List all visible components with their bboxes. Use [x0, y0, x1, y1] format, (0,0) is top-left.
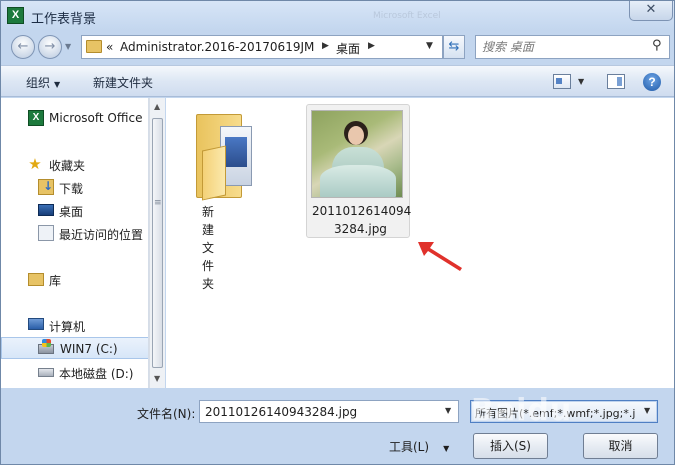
sidebar-item-favorites[interactable]: ★ 收藏夹 — [1, 153, 148, 175]
desktop-icon — [38, 204, 54, 216]
sidebar-item-local-disk-d[interactable]: 本地磁盘 (D:) — [1, 361, 148, 383]
sidebar-item-desktop[interactable]: 桌面 — [1, 199, 148, 221]
tools-label: 工具(L) — [389, 440, 430, 454]
navigation-pane: X Microsoft Office ★ 收藏夹 下载 桌面 最近访问的位置 库… — [1, 98, 149, 388]
file-name-line-2: 3284.jpg — [334, 222, 387, 236]
close-button[interactable]: ✕ — [629, 1, 673, 21]
sidebar-item-label: Microsoft Office — [49, 111, 143, 125]
annotation-arrow-icon — [418, 242, 462, 271]
address-folder-icon — [86, 40, 102, 53]
office-icon: X — [28, 110, 44, 126]
sidebar-item-downloads[interactable]: 下载 — [1, 176, 148, 198]
forward-arrow-icon[interactable]: → — [38, 35, 62, 59]
filename-label: 文件名(N): — [137, 407, 196, 421]
sidebar-item-label: 最近访问的位置 — [59, 228, 144, 242]
window-title: 工作表背景 — [31, 12, 97, 27]
sidebar-item-libraries[interactable]: 库 — [1, 268, 148, 290]
address-dropdown-icon[interactable]: ▼ — [426, 41, 433, 51]
title-bar: X 工作表背景 Microsoft Excel ✕ — [1, 1, 674, 31]
organize-label: 组织 — [26, 76, 51, 90]
scrollbar-grip-icon: ≡ — [154, 198, 162, 208]
sidebar-item-computer[interactable]: 计算机 — [1, 314, 148, 336]
address-bar[interactable]: « Administrator.2016-20170619JM ▶ 桌面 ▶ ▼ — [81, 35, 443, 59]
sidebar-item-win7-drive[interactable]: WIN7 (C:) — [1, 337, 148, 359]
file-name: 新建文件夹 — [202, 205, 215, 291]
preview-pane-icon[interactable] — [607, 74, 625, 89]
folder-icon — [196, 108, 256, 201]
file-list: 新建文件夹 2011012614094 3284.jpg — [166, 98, 674, 388]
organize-caret-icon: ▼ — [54, 80, 61, 89]
download-folder-icon — [38, 179, 54, 195]
breadcrumb-separator-icon[interactable]: ▶ — [322, 41, 329, 51]
sidebar-item-label: 计算机 — [49, 320, 86, 334]
view-options-chevron-icon[interactable]: ▼ — [578, 77, 584, 86]
insert-button[interactable]: 插入(S) — [473, 433, 548, 459]
scrollbar-thumb[interactable] — [152, 118, 163, 368]
image-thumbnail[interactable] — [311, 110, 403, 198]
computer-icon — [28, 318, 44, 330]
filename-input[interactable] — [203, 403, 433, 420]
tools-button[interactable]: 工具(L) ▼ — [389, 438, 449, 455]
help-icon[interactable]: ? — [643, 73, 661, 91]
organize-button[interactable]: 组织 ▼ — [26, 74, 60, 91]
system-drive-icon — [38, 339, 54, 354]
tools-caret-icon: ▼ — [443, 444, 450, 453]
file-type-dropdown-icon[interactable]: ▼ — [644, 406, 650, 415]
search-box[interactable]: ⚲ — [475, 35, 670, 59]
breadcrumb-administrator[interactable]: Administrator.2016-20170619JM — [120, 40, 314, 54]
address-overflow[interactable]: « — [106, 40, 113, 54]
scroll-up-icon[interactable]: ▲ — [154, 102, 160, 111]
search-input[interactable] — [480, 38, 640, 56]
star-icon: ★ — [28, 155, 42, 173]
filename-combobox[interactable]: ▼ — [199, 400, 459, 423]
ghost-title-right: Microsoft Excel — [373, 11, 441, 21]
sidebar-item-label: 桌面 — [59, 205, 84, 219]
sidebar-item-label: 库 — [49, 274, 62, 288]
search-icon[interactable]: ⚲ — [652, 38, 662, 53]
new-folder-button[interactable]: 新建文件夹 — [93, 74, 153, 91]
sidebar-item-label: 本地磁盘 (D:) — [59, 367, 134, 381]
cancel-button[interactable]: 取消 — [583, 433, 658, 459]
watermark: Baidu — [471, 393, 573, 428]
sidebar-item-label: 下载 — [59, 182, 84, 196]
sidebar-item-label: 收藏夹 — [49, 159, 86, 173]
file-dialog: X 工作表背景 Microsoft Excel ✕ ← → ▼ « Admini… — [0, 0, 675, 465]
file-name-line-1: 2011012614094 — [312, 204, 412, 218]
library-icon — [28, 273, 44, 286]
back-arrow-icon[interactable]: ← — [11, 35, 35, 59]
excel-icon: X — [7, 7, 24, 24]
scroll-down-icon[interactable]: ▼ — [154, 374, 160, 383]
navigation-pane-scrollbar[interactable]: ▲ ≡ ▼ — [149, 98, 165, 388]
refresh-icon[interactable]: ⇆ — [443, 35, 465, 59]
dialog-footer: 文件名(N): ▼ 所有图片(*.emf;*.wmf;*.jpg;*.j ▼ 工… — [1, 388, 674, 465]
recent-pages-chevron-icon[interactable]: ▼ — [65, 42, 71, 51]
filename-dropdown-icon[interactable]: ▼ — [445, 406, 451, 415]
local-disk-icon — [38, 368, 54, 377]
breadcrumb-desktop[interactable]: 桌面 — [336, 40, 360, 57]
sidebar-item-recent-places[interactable]: 最近访问的位置 — [1, 222, 148, 244]
change-view-icon[interactable] — [553, 74, 571, 89]
navigation-bar: ← → ▼ « Administrator.2016-20170619JM ▶ … — [1, 31, 674, 63]
breadcrumb-separator-icon[interactable]: ▶ — [368, 41, 375, 51]
sidebar-item-microsoft-office[interactable]: X Microsoft Office — [1, 107, 148, 129]
recent-places-icon — [38, 225, 54, 241]
command-bar: 组织 ▼ 新建文件夹 ▼ ? — [1, 65, 674, 97]
sidebar-item-label: WIN7 (C:) — [60, 342, 118, 356]
